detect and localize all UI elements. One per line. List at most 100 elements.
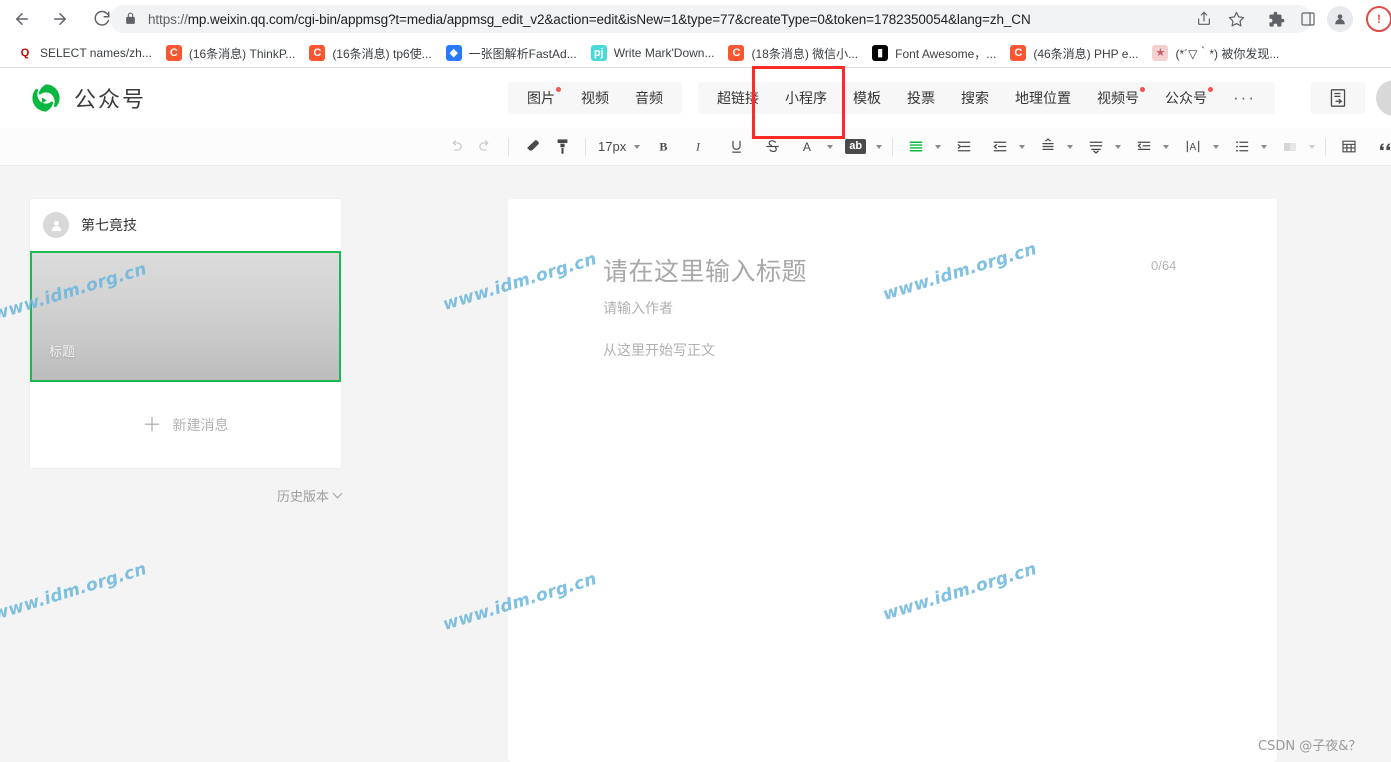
insert-tab-地理位置[interactable]: 地理位置 — [1002, 82, 1084, 114]
insert-tab-视频[interactable]: 视频 — [568, 82, 622, 114]
insert-tab-label: 音频 — [635, 91, 663, 107]
format-painter-icon[interactable] — [550, 134, 574, 160]
insert-tab-超链接[interactable]: 超链接 — [704, 82, 772, 114]
bookmark-favicon-icon: C — [165, 45, 182, 61]
background-color-icon[interactable] — [1278, 134, 1302, 160]
chevron-down-icon[interactable] — [876, 144, 883, 149]
chevron-down-icon[interactable] — [1163, 144, 1170, 149]
bookmark-label: (46条消息) PHP e... — [1033, 46, 1139, 61]
new-message-button[interactable]: ＋ 新建消息 — [30, 382, 341, 468]
toolbar-divider — [585, 137, 586, 156]
insert-tab-label: 小程序 — [785, 91, 827, 107]
bookmark-favicon-icon: Q — [17, 45, 33, 61]
redo-icon[interactable] — [473, 134, 497, 160]
chevron-down-icon[interactable] — [1309, 144, 1316, 149]
insert-tab-label: 模板 — [853, 91, 881, 107]
chevron-down-icon[interactable] — [1261, 144, 1268, 149]
chevron-down-icon[interactable] — [1067, 144, 1074, 149]
font-size-selector[interactable]: 17px — [594, 139, 630, 154]
bookmark-item[interactable]: C (16条消息) tp6使... — [302, 41, 438, 65]
bookmark-label: (*´▽｀*) 被你发现... — [1175, 46, 1280, 61]
bookmark-item[interactable]: ◆ 一张图解析FastAd... — [439, 41, 584, 65]
chevron-down-icon[interactable] — [827, 144, 834, 149]
bookmark-item[interactable]: C (46条消息) PHP e... — [1003, 41, 1145, 65]
insert-tab-公众号[interactable]: 公众号 — [1152, 82, 1220, 114]
insert-tab-视频号[interactable]: 视频号 — [1084, 82, 1152, 114]
indent-decrease-icon[interactable] — [988, 134, 1012, 160]
text-box-icon[interactable]: A — [1180, 134, 1206, 160]
strikethrough-icon[interactable] — [760, 134, 784, 160]
browser-toolbar-actions: ! — [1189, 3, 1391, 35]
share-icon[interactable] — [1189, 4, 1219, 34]
highlight-color-icon[interactable]: ab — [842, 134, 869, 160]
profile-avatar-icon[interactable] — [1325, 4, 1355, 34]
pinned-extension-icon[interactable]: ! — [1357, 4, 1391, 34]
insert-group-media: 图片 视频 音频 — [508, 82, 682, 114]
paragraph-spacing-icon[interactable] — [1084, 134, 1108, 160]
toolbar-divider — [508, 137, 509, 156]
bullet-list-icon[interactable] — [1230, 134, 1254, 160]
profile-chip[interactable] — [1327, 6, 1353, 32]
indent-increase-icon[interactable] — [952, 134, 976, 160]
insert-tab-label: 超链接 — [717, 91, 759, 107]
draft-box-button[interactable] — [1311, 82, 1365, 114]
insert-tab-label: 投票 — [907, 91, 935, 107]
align-left-icon[interactable] — [904, 134, 928, 160]
line-height-icon[interactable] — [1036, 134, 1060, 160]
message-thumbnail[interactable]: 标题 — [30, 251, 341, 382]
table-icon[interactable] — [1337, 134, 1361, 160]
message-thumbnail-title: 标题 — [49, 345, 76, 360]
bookmark-item[interactable]: ★ (*´▽｀*) 被你发现... — [1145, 41, 1286, 65]
pinned-extension-badge[interactable]: ! — [1366, 6, 1391, 32]
insert-tab-label: 视频 — [581, 91, 609, 107]
bookmark-label: (16条消息) ThinkP... — [188, 46, 296, 61]
account-row: 第七竟技 — [30, 199, 341, 251]
insert-tab-label: 公众号 — [1165, 91, 1207, 107]
insert-tab-搜索[interactable]: 搜索 — [948, 82, 1002, 114]
clear-format-icon[interactable] — [520, 134, 544, 160]
side-panel-icon[interactable] — [1293, 4, 1323, 34]
body-input[interactable]: 从这里开始写正文 — [603, 340, 715, 360]
title-input[interactable]: 请在这里输入标题 — [603, 252, 807, 288]
back-icon[interactable] — [6, 3, 38, 35]
bookmark-item[interactable]: ▮ Font Awesome，... — [865, 41, 1003, 65]
extensions-puzzle-icon[interactable] — [1261, 4, 1291, 34]
bookmark-item[interactable]: C (18条消息) 微信小... — [721, 41, 865, 65]
bookmark-item[interactable]: C (16条消息) ThinkP... — [159, 41, 302, 65]
text-color-icon[interactable]: A — [796, 134, 820, 160]
forward-icon[interactable] — [44, 3, 76, 35]
chevron-down-icon[interactable] — [1115, 144, 1122, 149]
insert-tab-label: 搜索 — [961, 91, 989, 107]
bookmark-star-icon[interactable] — [1221, 4, 1251, 34]
insert-tab-模板[interactable]: 模板 — [840, 82, 894, 114]
underline-icon[interactable] — [724, 134, 748, 160]
svg-text:I: I — [695, 140, 701, 154]
chevron-down-icon[interactable] — [935, 144, 942, 149]
account-name: 第七竟技 — [81, 218, 137, 234]
insert-tab-label: 图片 — [527, 91, 555, 107]
quote-icon[interactable] — [1373, 134, 1391, 160]
italic-icon[interactable]: I — [688, 134, 712, 160]
chevron-down-icon[interactable] — [1213, 144, 1220, 149]
chevron-down-icon[interactable] — [1019, 144, 1026, 149]
insert-tab-图片[interactable]: 图片 — [514, 82, 568, 114]
history-versions-label: 历史版本 — [276, 490, 329, 505]
wechat-mp-logo-icon — [30, 82, 62, 114]
insert-tab-投票[interactable]: 投票 — [894, 82, 948, 114]
account-avatar[interactable] — [1376, 80, 1391, 116]
bookmark-item[interactable]: pj Write Mark'Down... — [584, 41, 722, 65]
history-versions-button[interactable]: 历史版本 — [30, 486, 343, 505]
bookmark-item[interactable]: Q SELECT names/zh... — [10, 41, 159, 65]
address-bar[interactable]: https://mp.weixin.qq.com/cgi-bin/appmsg?… — [110, 5, 1312, 33]
insert-more-button[interactable]: ··· — [1220, 82, 1269, 114]
highlight-chip: ab — [845, 139, 867, 154]
insert-tab-小程序[interactable]: 小程序 — [772, 82, 840, 114]
brand[interactable]: 公众号 — [30, 82, 146, 114]
chevron-down-icon[interactable] — [634, 144, 641, 149]
bold-icon[interactable]: B — [652, 134, 676, 160]
author-input[interactable]: 请输入作者 — [603, 298, 673, 318]
undo-icon[interactable] — [443, 134, 467, 160]
bookmark-favicon-icon: ▮ — [872, 45, 889, 61]
insert-tab-音频[interactable]: 音频 — [622, 82, 676, 114]
letter-spacing-icon[interactable] — [1132, 134, 1156, 160]
